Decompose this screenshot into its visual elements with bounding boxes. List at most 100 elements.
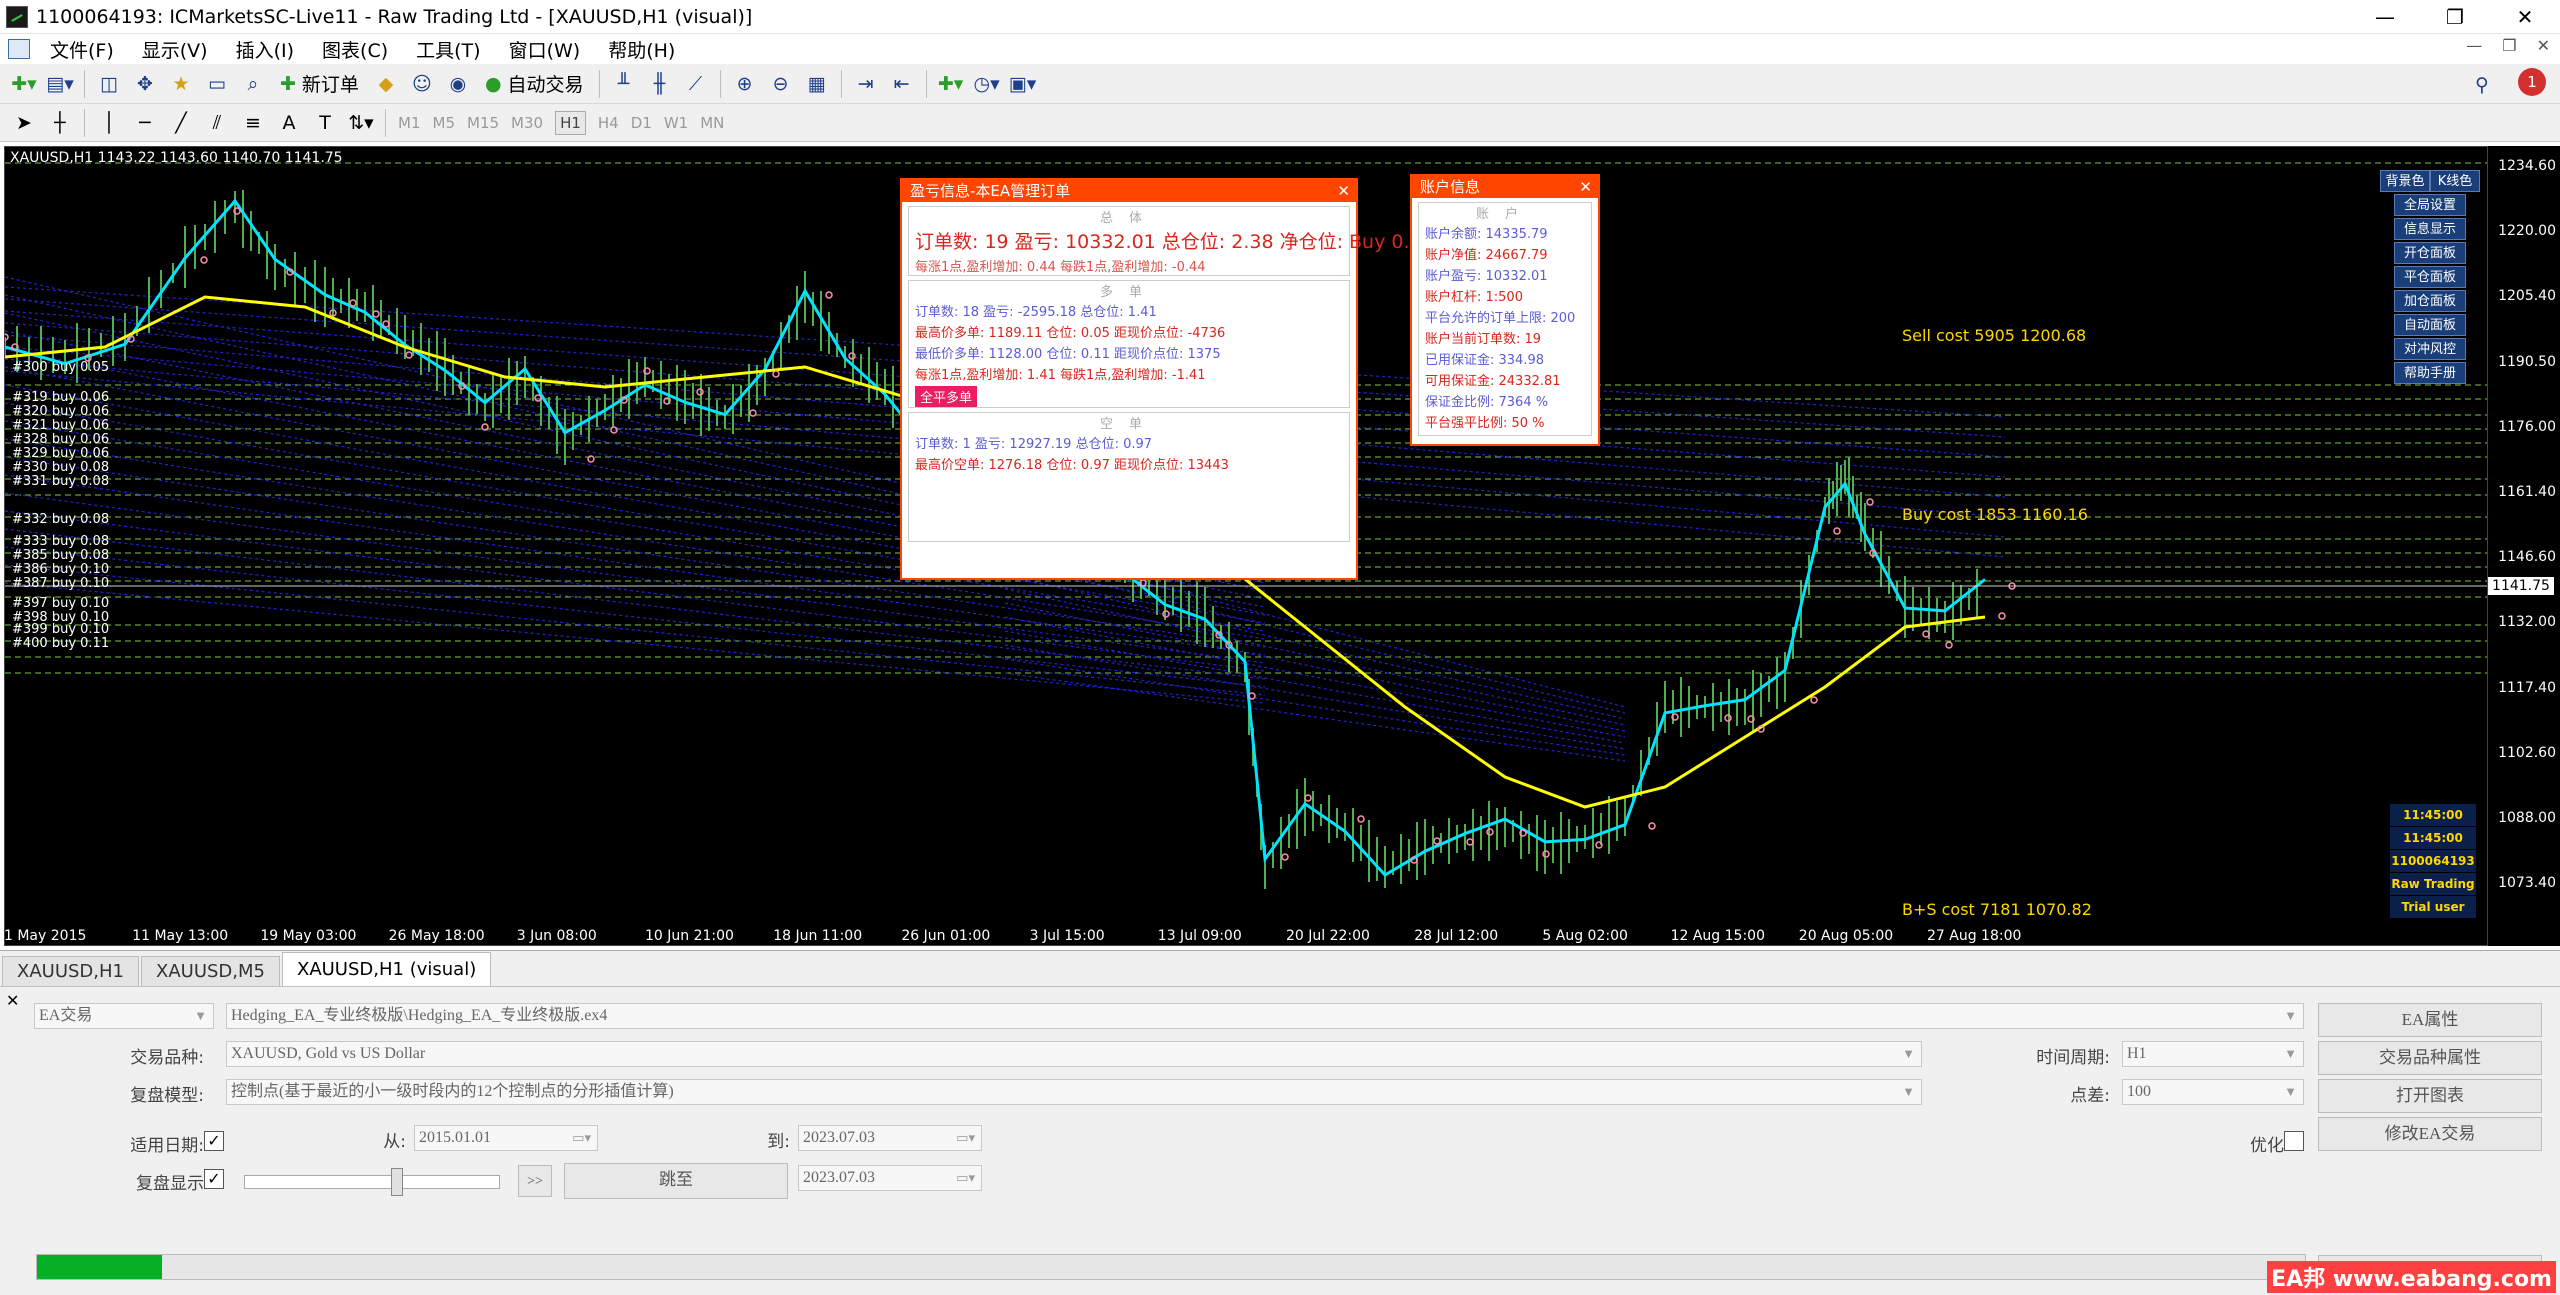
pause-play-button[interactable]: >> bbox=[518, 1165, 552, 1197]
strategy-tester-icon[interactable]: ⌕ bbox=[238, 69, 268, 99]
community-icon[interactable]: ☺ bbox=[407, 69, 437, 99]
close-all-long-button[interactable]: 全平多单 bbox=[915, 386, 978, 407]
mode-select[interactable]: EA交易 ▼ bbox=[34, 1003, 214, 1029]
tf-m30[interactable]: M30 bbox=[511, 114, 543, 132]
metaeditor-icon[interactable]: ◆ bbox=[371, 69, 401, 99]
tf-h4[interactable]: H4 bbox=[598, 114, 619, 132]
cursor-icon[interactable]: ➤ bbox=[9, 108, 39, 138]
channel-icon[interactable]: ⫽ bbox=[202, 108, 232, 138]
market-watch-icon[interactable]: ◫ bbox=[94, 69, 124, 99]
chart-shift-icon[interactable]: ⇤ bbox=[887, 69, 917, 99]
horizontal-line-icon[interactable]: ─ bbox=[130, 108, 160, 138]
global-settings-button[interactable]: 全局设置 bbox=[2394, 194, 2466, 216]
mdi-close-button[interactable]: ✕ bbox=[2537, 36, 2550, 55]
arrows-icon[interactable]: ⇅▾ bbox=[346, 108, 376, 138]
tf-mn[interactable]: MN bbox=[700, 114, 724, 132]
tab-xauusd-h1[interactable]: XAUUSD,H1 bbox=[2, 956, 139, 986]
mdi-minimize-button[interactable]: — bbox=[2466, 36, 2482, 55]
speed-slider-handle[interactable] bbox=[391, 1168, 403, 1196]
tf-m1[interactable]: M1 bbox=[398, 114, 421, 132]
tab-xauusd-h1-visual[interactable]: XAUUSD,H1 (visual) bbox=[281, 952, 492, 986]
bar-chart-icon[interactable]: ╨ bbox=[609, 69, 639, 99]
navigator-icon[interactable]: ★ bbox=[166, 69, 196, 99]
candle-color-button[interactable]: K线色 bbox=[2430, 170, 2480, 192]
menu-file[interactable]: 文件(F) bbox=[36, 36, 128, 63]
optimize-checkbox[interactable] bbox=[2284, 1131, 2304, 1151]
indicators-icon[interactable]: ✚▾ bbox=[936, 69, 966, 99]
menu-insert[interactable]: 插入(I) bbox=[222, 36, 308, 63]
data-window-icon[interactable]: ✥ bbox=[130, 69, 160, 99]
vertical-line-icon[interactable]: │ bbox=[94, 108, 124, 138]
tf-m15[interactable]: M15 bbox=[467, 114, 499, 132]
candlestick-icon[interactable]: ╫ bbox=[645, 69, 675, 99]
from-date-input[interactable]: 2015.01.01 ▭▾ bbox=[414, 1125, 598, 1151]
auto-panel-button[interactable]: 自动面板 bbox=[2394, 314, 2466, 336]
tile-windows-icon[interactable]: ▦ bbox=[802, 69, 832, 99]
menu-view[interactable]: 显示(V) bbox=[128, 36, 222, 63]
menu-tools[interactable]: 工具(T) bbox=[402, 36, 494, 63]
symbol-properties-button[interactable]: 交易品种属性 bbox=[2318, 1041, 2542, 1075]
tf-d1[interactable]: D1 bbox=[631, 114, 652, 132]
help-manual-button[interactable]: 帮助手册 bbox=[2394, 362, 2466, 384]
pl-panel-close-icon[interactable]: ✕ bbox=[1337, 180, 1350, 202]
symbol-select[interactable]: XAUUSD, Gold vs US Dollar ▼ bbox=[226, 1041, 1922, 1067]
auto-trading-button[interactable]: ● 自动交易 bbox=[479, 69, 590, 99]
license-tag: Trial user bbox=[2390, 896, 2476, 918]
bs-cost-label: B+S cost 7181 1070.82 bbox=[1902, 900, 2092, 919]
search-icon[interactable]: ⚲ bbox=[2467, 70, 2497, 100]
text-icon[interactable]: A bbox=[274, 108, 304, 138]
minimize-button[interactable]: — bbox=[2350, 0, 2420, 34]
ea-properties-button[interactable]: EA属性 bbox=[2318, 1003, 2542, 1037]
close-window-button[interactable]: ✕ bbox=[2490, 0, 2560, 34]
line-chart-icon[interactable]: ⟋ bbox=[681, 69, 711, 99]
order-label: #319 buy 0.06 bbox=[12, 390, 110, 405]
tab-xauusd-m5[interactable]: XAUUSD,M5 bbox=[141, 956, 280, 986]
account-panel-close-icon[interactable]: ✕ bbox=[1579, 176, 1592, 198]
terminal-icon[interactable]: ▭ bbox=[202, 69, 232, 99]
periods-icon[interactable]: ◷▾ bbox=[972, 69, 1002, 99]
new-chart-icon[interactable]: ✚▾ bbox=[9, 69, 39, 99]
info-display-button[interactable]: 信息显示 bbox=[2394, 218, 2466, 240]
menu-help[interactable]: 帮助(H) bbox=[594, 36, 689, 63]
visual-checkbox[interactable]: ✓ bbox=[204, 1169, 224, 1189]
maximize-button[interactable]: ❐ bbox=[2420, 0, 2490, 34]
model-select[interactable]: 控制点(基于最近的小一级时段内的12个控制点的分形插值计算) ▼ bbox=[226, 1079, 1922, 1105]
to-date-input[interactable]: 2023.07.03 ▭▾ bbox=[798, 1125, 982, 1151]
crosshair-icon[interactable]: ┼ bbox=[45, 108, 75, 138]
speed-slider[interactable] bbox=[244, 1168, 500, 1196]
skip-date-input[interactable]: 2023.07.03 ▭▾ bbox=[798, 1165, 982, 1191]
background-color-button[interactable]: 背景色 bbox=[2380, 170, 2430, 192]
ea-select[interactable]: Hedging_EA_专业终极版\Hedging_EA_专业终极版.ex4 ▼ bbox=[226, 1003, 2304, 1029]
tf-h1[interactable]: H1 bbox=[555, 110, 586, 135]
tf-m5[interactable]: M5 bbox=[433, 114, 456, 132]
period-select[interactable]: H1 ▼ bbox=[2122, 1041, 2304, 1067]
fibonacci-icon[interactable]: ≡ bbox=[238, 108, 268, 138]
use-date-checkbox[interactable]: ✓ bbox=[204, 1131, 224, 1151]
templates-icon[interactable]: ▣▾ bbox=[1008, 69, 1038, 99]
zoom-in-icon[interactable]: ⊕ bbox=[730, 69, 760, 99]
modify-ea-button[interactable]: 修改EA交易 bbox=[2318, 1117, 2542, 1151]
spread-select[interactable]: 100 ▼ bbox=[2122, 1079, 2304, 1105]
open-chart-button[interactable]: 打开图表 bbox=[2318, 1079, 2542, 1113]
long-line: 订单数: 18 盈亏: -2595.18 总仓位: 1.41 bbox=[915, 305, 1157, 320]
auto-scroll-icon[interactable]: ⇥ bbox=[851, 69, 881, 99]
tester-close-icon[interactable]: ✕ bbox=[6, 991, 19, 1010]
text-label-icon[interactable]: T bbox=[310, 108, 340, 138]
close-panel-button[interactable]: 平仓面板 bbox=[2394, 266, 2466, 288]
account-number-tag: 1100064193 bbox=[2390, 850, 2476, 872]
hedge-risk-button[interactable]: 对冲风控 bbox=[2394, 338, 2466, 360]
open-panel-button[interactable]: 开仓面板 bbox=[2394, 242, 2466, 264]
notifications-icon[interactable]: 1 bbox=[2518, 68, 2546, 96]
menu-chart[interactable]: 图表(C) bbox=[308, 36, 402, 63]
tf-w1[interactable]: W1 bbox=[664, 114, 688, 132]
add-panel-button[interactable]: 加仓面板 bbox=[2394, 290, 2466, 312]
profiles-icon[interactable]: ▤▾ bbox=[45, 69, 75, 99]
zoom-out-icon[interactable]: ⊖ bbox=[766, 69, 796, 99]
skip-to-button[interactable]: 跳至 bbox=[564, 1163, 788, 1199]
signals-icon[interactable]: ◉ bbox=[443, 69, 473, 99]
time-tick: 26 Jun 01:00 bbox=[901, 928, 991, 944]
menu-window[interactable]: 窗口(W) bbox=[495, 36, 595, 63]
new-order-button[interactable]: ✚ 新订单 bbox=[274, 69, 365, 99]
mdi-restore-button[interactable]: ❐ bbox=[2502, 36, 2516, 55]
trendline-icon[interactable]: ╱ bbox=[166, 108, 196, 138]
